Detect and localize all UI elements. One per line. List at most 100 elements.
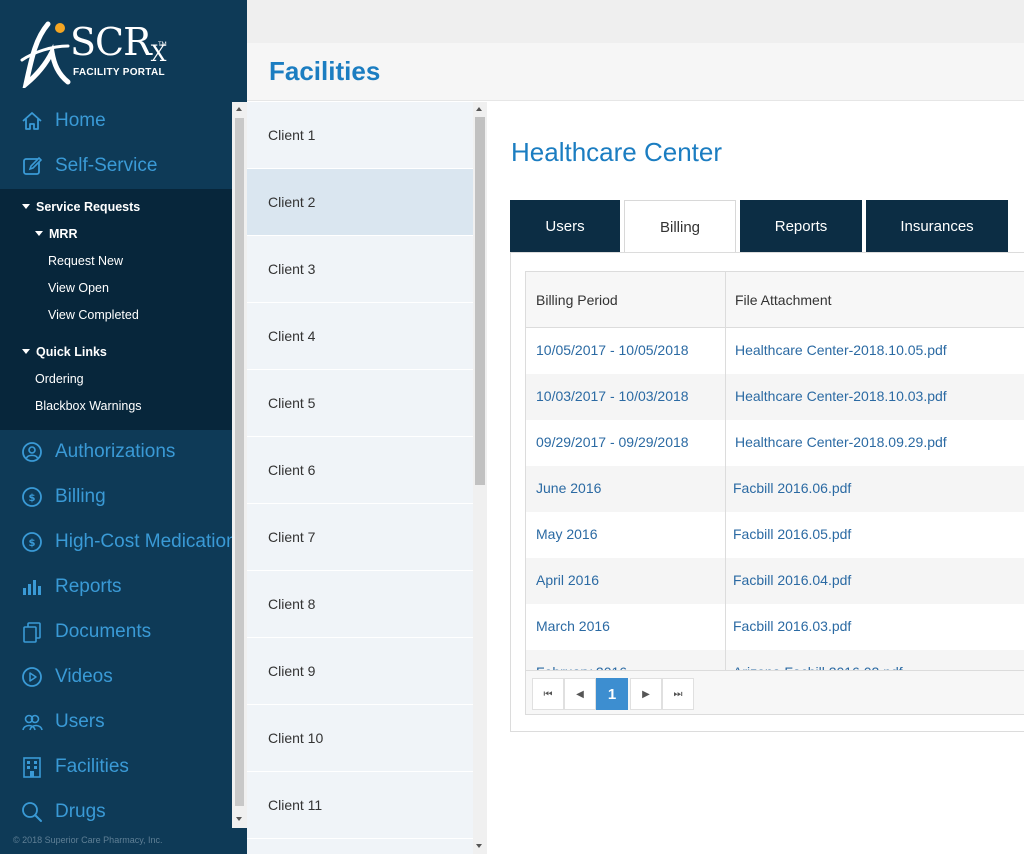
client-item[interactable]: Client 4 — [247, 303, 473, 370]
client-item[interactable]: Client 9 — [247, 638, 473, 705]
billing-period-cell[interactable]: 10/03/2017 - 10/03/2018 — [536, 388, 689, 404]
client-item[interactable]: Client 6 — [247, 437, 473, 504]
billing-period-cell[interactable]: 09/29/2017 - 09/29/2018 — [536, 434, 689, 450]
client-item[interactable]: Client 5 — [247, 370, 473, 437]
tab-insurances[interactable]: Insurances — [866, 200, 1008, 252]
quick-links-toggle[interactable]: Quick Links — [22, 345, 107, 359]
search-icon — [21, 801, 43, 823]
logo[interactable]: SCRX TM FACILITY PORTAL — [18, 16, 178, 88]
nav-label: Authorizations — [55, 441, 176, 462]
nav-reports[interactable]: Reports — [0, 567, 247, 607]
file-attachment-link[interactable]: Healthcare Center-2018.10.03.pdf — [735, 388, 947, 404]
client-item[interactable]: Client 1 — [247, 102, 473, 169]
documents-icon — [21, 621, 43, 643]
file-attachment-link[interactable]: Facbill 2016.05.pdf — [733, 526, 851, 542]
tab-billing[interactable]: Billing — [624, 200, 736, 253]
nav-label: Drugs — [55, 801, 106, 822]
scroll-up-arrow-icon[interactable] — [476, 107, 482, 111]
column-header-billing-period[interactable]: Billing Period — [526, 272, 725, 328]
users-icon — [21, 711, 43, 733]
table-row: April 2016 Facbill 2016.04.pdf — [526, 558, 1024, 604]
nav-drugs[interactable]: Drugs — [0, 792, 247, 832]
table-row: 10/05/2017 - 10/05/2018 Healthcare Cente… — [526, 328, 1024, 374]
scroll-up-arrow-icon[interactable] — [236, 107, 242, 111]
client-list-scrollbar-thumb[interactable] — [475, 117, 485, 485]
mrr-toggle[interactable]: MRR — [35, 227, 77, 241]
building-icon — [21, 756, 43, 778]
tab-reports[interactable]: Reports — [740, 200, 862, 252]
client-item[interactable]: Client 7 — [247, 504, 473, 571]
page-title: Facilities — [269, 56, 381, 86]
nav-billing[interactable]: $ Billing — [0, 477, 247, 517]
dollar-circle-icon: $ — [21, 486, 43, 508]
nav-videos[interactable]: Videos — [0, 657, 247, 697]
bar-chart-icon — [21, 576, 43, 598]
file-attachment-link[interactable]: Healthcare Center-2018.10.05.pdf — [735, 342, 947, 358]
nav-label: Users — [55, 711, 105, 732]
table-row: June 2016 Facbill 2016.06.pdf — [526, 466, 1024, 512]
prev-page-button[interactable]: ◀ — [564, 678, 596, 710]
billing-period-cell[interactable]: April 2016 — [536, 572, 599, 588]
column-header-file-attachment[interactable]: File Attachment — [726, 272, 1024, 328]
billing-period-cell[interactable]: 10/05/2017 - 10/05/2018 — [536, 342, 689, 358]
nav-label: Self-Service — [55, 155, 158, 176]
table-row: March 2016 Facbill 2016.03.pdf — [526, 604, 1024, 650]
dollar-circle-icon: $ — [21, 531, 43, 553]
file-attachment-link[interactable]: Facbill 2016.06.pdf — [733, 480, 851, 496]
client-item-selected[interactable]: Client 2 — [247, 169, 473, 236]
submenu-request-new[interactable]: Request New — [48, 254, 123, 268]
nav-label: Facilities — [55, 756, 129, 777]
billing-period-cell[interactable]: March 2016 — [536, 618, 610, 634]
nav-self-service[interactable]: Self-Service — [0, 146, 247, 186]
last-page-button[interactable]: ⏭ — [662, 678, 694, 710]
caret-down-icon — [35, 231, 43, 236]
nav-documents[interactable]: Documents — [0, 612, 247, 652]
nav-authorizations[interactable]: Authorizations — [0, 432, 247, 472]
file-attachment-link[interactable]: Healthcare Center-2018.09.29.pdf — [735, 434, 947, 450]
nav-label: Home — [55, 110, 106, 131]
logo-figure-icon — [20, 21, 71, 88]
submenu-view-open[interactable]: View Open — [48, 281, 109, 295]
client-item[interactable]: Client 8 — [247, 571, 473, 638]
table-row: 09/29/2017 - 09/29/2018 Healthcare Cente… — [526, 420, 1024, 466]
portal-label: FACILITY PORTAL — [73, 67, 165, 78]
client-item[interactable]: Client 10 — [247, 705, 473, 772]
client-item[interactable]: Client 3 — [247, 236, 473, 303]
nav-label: Videos — [55, 666, 113, 687]
file-attachment-link[interactable]: Facbill 2016.04.pdf — [733, 572, 851, 588]
page-1-button[interactable]: 1 — [596, 678, 628, 710]
page-header: Facilities — [247, 43, 1024, 101]
nav-label: Documents — [55, 621, 152, 642]
caret-down-icon — [22, 349, 30, 354]
svg-text:$: $ — [29, 493, 36, 504]
submenu-blackbox-warnings[interactable]: Blackbox Warnings — [35, 399, 142, 413]
client-list: Client 1 Client 2 Client 3 Client 4 Clie… — [247, 102, 473, 854]
caret-down-icon — [22, 204, 30, 209]
client-item[interactable]: Client 11 — [247, 772, 473, 839]
billing-panel: Billing Period File Attachment 10/05/201… — [510, 252, 1024, 732]
nav-home[interactable]: Home — [0, 101, 247, 141]
scroll-down-arrow-icon[interactable] — [236, 817, 242, 821]
sidebar-scrollbar-thumb[interactable] — [235, 118, 244, 806]
nav-label: High-Cost Medications — [55, 531, 247, 552]
next-page-button[interactable]: ▶ — [630, 678, 662, 710]
billing-period-cell[interactable]: June 2016 — [536, 480, 601, 496]
billing-period-cell[interactable]: May 2016 — [536, 526, 597, 542]
submenu-ordering[interactable]: Ordering — [35, 372, 84, 386]
edit-icon — [21, 155, 43, 177]
file-attachment-link[interactable]: Facbill 2016.03.pdf — [733, 618, 851, 634]
tab-users[interactable]: Users — [510, 200, 620, 252]
nav-facilities[interactable]: Facilities — [0, 747, 247, 787]
self-service-submenu: Service Requests MRR Request New View Op… — [0, 189, 232, 430]
service-requests-toggle[interactable]: Service Requests — [22, 200, 140, 214]
scroll-down-arrow-icon[interactable] — [476, 844, 482, 848]
trademark: TM — [158, 42, 167, 48]
play-circle-icon — [21, 666, 43, 688]
facility-name: Healthcare Center — [511, 137, 722, 167]
table-row: May 2016 Facbill 2016.05.pdf — [526, 512, 1024, 558]
brand-name: SCRX — [70, 20, 166, 67]
nav-users[interactable]: Users — [0, 702, 247, 742]
first-page-button[interactable]: ⏮ — [532, 678, 564, 710]
submenu-view-completed[interactable]: View Completed — [48, 308, 139, 322]
nav-high-cost-medications[interactable]: $ High-Cost Medications — [0, 522, 247, 562]
